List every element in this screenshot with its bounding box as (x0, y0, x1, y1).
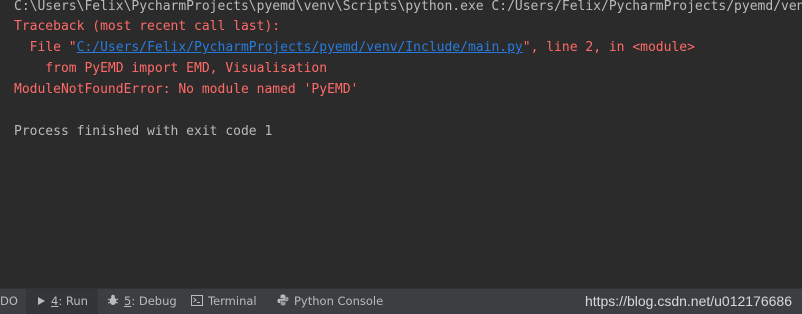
terminal-tab-label: Terminal (208, 294, 257, 308)
source-code-line: from PyEMD import EMD, Visualisation (14, 61, 328, 76)
tab-run[interactable]: 4: Run (26, 289, 98, 314)
file-suffix: ", line 2, in <module> (522, 40, 695, 55)
tab-debug[interactable]: 5: Debug (107, 289, 177, 314)
todo-label: DO (0, 294, 18, 308)
tab-terminal[interactable]: Terminal (191, 289, 257, 314)
traceback-file-line: File "C:/Users/Felix/PycharmProjects/pye… (14, 37, 695, 58)
watermark-url: https://blog.csdn.net/u012176686 (584, 293, 792, 309)
traceback-header: Traceback (most recent call last): (14, 19, 281, 34)
terminal-icon (191, 290, 203, 314)
debug-tab-label: : Debug (131, 294, 177, 308)
python-console-icon (277, 290, 289, 314)
exit-status-line: Process finished with exit code 1 (14, 124, 273, 139)
run-icon (36, 290, 46, 314)
debug-icon (107, 290, 119, 314)
run-console-output: C:\Users\Felix\PycharmProjects\pyemd\ven… (0, 0, 802, 288)
tool-window-bar: DO 4: Run 5: Debug Terminal Python Conso… (0, 288, 802, 314)
file-prefix: File " (14, 40, 77, 55)
error-message: ModuleNotFoundError: No module named 'Py… (14, 82, 359, 97)
tab-todo[interactable]: DO (0, 289, 18, 314)
command-line: C:\Users\Felix\PycharmProjects\pyemd\ven… (14, 0, 802, 14)
python-console-tab-label: Python Console (294, 294, 384, 308)
file-path-link[interactable]: C:/Users/Felix/PycharmProjects/pyemd/ven… (77, 40, 523, 55)
run-tab-label: : Run (58, 294, 88, 308)
tab-python-console[interactable]: Python Console (277, 289, 383, 314)
